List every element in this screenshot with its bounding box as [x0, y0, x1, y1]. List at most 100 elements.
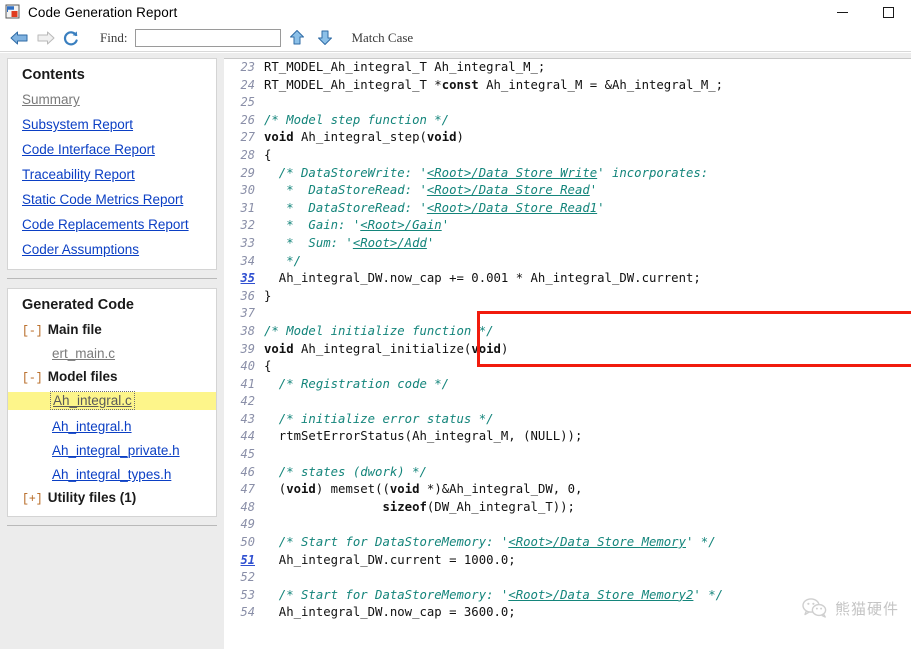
- tree-group-utility-files[interactable]: [+] Utility files (1): [22, 490, 202, 506]
- title-bar: Code Generation Report: [0, 0, 911, 24]
- refresh-icon[interactable]: [58, 27, 84, 49]
- line-number: 51: [240, 552, 255, 567]
- code-token: void: [471, 341, 501, 356]
- line-number: 38: [240, 323, 255, 338]
- block-path-link[interactable]: <Root>/Data Store Read: [427, 183, 590, 197]
- code-line: 44 rtmSetErrorStatus(Ah_integral_M, (NUL…: [224, 428, 911, 446]
- code-token: (: [264, 482, 287, 497]
- code-line: 33 * Sum: '<Root>/Add': [224, 235, 911, 253]
- code-line-text: Ah_integral_DW.current = 1000.0;: [264, 552, 516, 570]
- sidebar-splitter-top[interactable]: [7, 274, 217, 283]
- block-path-link[interactable]: <Root>/Data Store Write: [427, 166, 597, 180]
- code-line-text: (void) memset((void *)&Ah_integral_DW, 0…: [264, 481, 583, 499]
- line-number: 46: [240, 464, 255, 479]
- find-next-icon[interactable]: [313, 27, 337, 49]
- code-line: 29 /* DataStoreWrite: '<Root>/Data Store…: [224, 165, 911, 183]
- main-split-area: Contents Summary Subsystem Report Code I…: [0, 53, 911, 649]
- tree-group-label: Main file: [47, 322, 102, 337]
- line-number: 33: [240, 235, 255, 250]
- line-number: 48: [240, 499, 255, 514]
- file-link-ah-integral-private-h[interactable]: Ah_integral_private.h: [52, 443, 180, 458]
- code-token: ): [500, 341, 509, 356]
- line-number: 40: [240, 359, 255, 374]
- block-path-link[interactable]: <Root>/Add: [353, 236, 427, 250]
- block-path-link[interactable]: <Root>/Data Store Memory: [508, 535, 686, 549]
- code-token: */: [264, 253, 302, 268]
- file-link-ah-integral-h[interactable]: Ah_integral.h: [52, 419, 132, 434]
- code-token: Ah_integral_initialize(: [293, 341, 472, 356]
- code-token: (DW_Ah_integral_T));: [426, 499, 575, 514]
- code-line: 27 void Ah_integral_step(void): [224, 129, 911, 147]
- code-line: 34 */: [224, 253, 911, 271]
- tree-group-model-files[interactable]: [-] Model files: [22, 369, 202, 385]
- block-path-link[interactable]: <Root>/Data Store Memory2: [508, 588, 693, 602]
- file-link-ah-integral-c[interactable]: Ah_integral.c: [50, 391, 135, 410]
- code-line-text: /* Start for DataStoreMemory: '<Root>/Da…: [264, 587, 723, 605]
- code-line-text: /* states (dwork) */: [264, 464, 427, 482]
- tree-group-main-file[interactable]: [-] Main file: [22, 322, 202, 338]
- minimize-button[interactable]: [819, 0, 865, 24]
- sidebar-item-summary[interactable]: Summary: [22, 92, 202, 107]
- search-input[interactable]: [135, 28, 282, 47]
- forward-arrow-icon: [32, 27, 58, 49]
- collapse-toggle-icon[interactable]: [-]: [22, 372, 43, 385]
- code-line: 26 /* Model step function */: [224, 112, 911, 130]
- block-path-link[interactable]: <Root>/Gain: [360, 218, 441, 232]
- find-previous-icon[interactable]: [285, 27, 309, 49]
- sidebar-item-subsystem-report[interactable]: Subsystem Report: [22, 117, 202, 132]
- code-line: 52: [224, 569, 911, 587]
- code-token: * DataStoreRead: ': [264, 200, 427, 215]
- maximize-button[interactable]: [865, 0, 911, 24]
- sidebar-splitter-bottom[interactable]: [7, 521, 217, 530]
- code-token: * DataStoreRead: ': [264, 183, 427, 198]
- block-path-link[interactable]: <Root>/Data Store Read1: [427, 201, 597, 215]
- code-token: }: [264, 288, 272, 303]
- file-link-ert-main-c[interactable]: ert_main.c: [52, 346, 115, 361]
- line-number: 52: [240, 570, 255, 585]
- code-line-text: /* Model step function */: [264, 112, 449, 130]
- line-number: 47: [240, 482, 255, 497]
- generated-code-panel: Generated Code [-] Main file ert_main.c …: [7, 288, 217, 517]
- match-case-label[interactable]: Match Case: [351, 30, 413, 46]
- code-line: 49: [224, 516, 911, 534]
- sidebar-item-code-replacements-report[interactable]: Code Replacements Report: [22, 217, 202, 232]
- code-line: 30 * DataStoreRead: '<Root>/Data Store R…: [224, 182, 911, 200]
- code-line-text: /* Model initialize function */: [264, 323, 494, 341]
- line-number: 45: [240, 447, 255, 462]
- code-line: 36}: [224, 288, 911, 306]
- line-number: 44: [240, 429, 255, 444]
- code-line: 50 /* Start for DataStoreMemory: '<Root>…: [224, 534, 911, 552]
- expand-toggle-icon[interactable]: [+]: [22, 493, 43, 506]
- code-token: Ah_integral_DW.current = 1000.0;: [264, 552, 516, 567]
- back-arrow-icon[interactable]: [6, 27, 32, 49]
- file-link-ah-integral-types-h[interactable]: Ah_integral_types.h: [52, 467, 171, 482]
- line-number: 24: [240, 77, 255, 92]
- line-number: 37: [240, 306, 255, 321]
- code-token: void: [426, 130, 457, 145]
- code-token: /* states (dwork) */: [264, 464, 427, 479]
- sidebar-item-static-code-metrics-report[interactable]: Static Code Metrics Report: [22, 192, 202, 207]
- code-line-text: Ah_integral_DW.now_cap += 0.001 * Ah_int…: [264, 270, 701, 288]
- code-line: 24 RT_MODEL_Ah_integral_T *const Ah_integ…: [224, 77, 911, 95]
- code-line: 51 Ah_integral_DW.current = 1000.0;: [224, 552, 911, 570]
- code-line: 47 (void) memset((void *)&Ah_integral_DW…: [224, 481, 911, 499]
- code-token: {: [264, 359, 272, 374]
- code-token: ): [456, 130, 464, 145]
- line-number: 53: [240, 587, 255, 602]
- code-viewer[interactable]: 23 RT_MODEL_Ah_integral_T Ah_integral_M_;…: [224, 53, 911, 649]
- code-token: RT_MODEL_Ah_integral_T *: [264, 77, 442, 92]
- code-token: /* Registration code */: [264, 376, 450, 391]
- window-controls: [819, 0, 911, 24]
- sidebar-item-traceability-report[interactable]: Traceability Report: [22, 167, 202, 182]
- code-line-text: * Sum: '<Root>/Add': [264, 235, 434, 253]
- collapse-toggle-icon[interactable]: [-]: [22, 325, 43, 338]
- code-line-text: sizeof(DW_Ah_integral_T));: [264, 499, 575, 517]
- code-line: 35 Ah_integral_DW.now_cap += 0.001 * Ah_…: [224, 270, 911, 288]
- sidebar-item-coder-assumptions[interactable]: Coder Assumptions: [22, 242, 202, 257]
- sidebar-item-code-interface-report[interactable]: Code Interface Report: [22, 142, 202, 157]
- contents-title: Contents: [22, 67, 85, 83]
- code-token: ) memset((: [315, 482, 390, 497]
- code-line: 23 RT_MODEL_Ah_integral_T Ah_integral_M_;: [224, 59, 911, 77]
- code-token: ': [589, 183, 598, 198]
